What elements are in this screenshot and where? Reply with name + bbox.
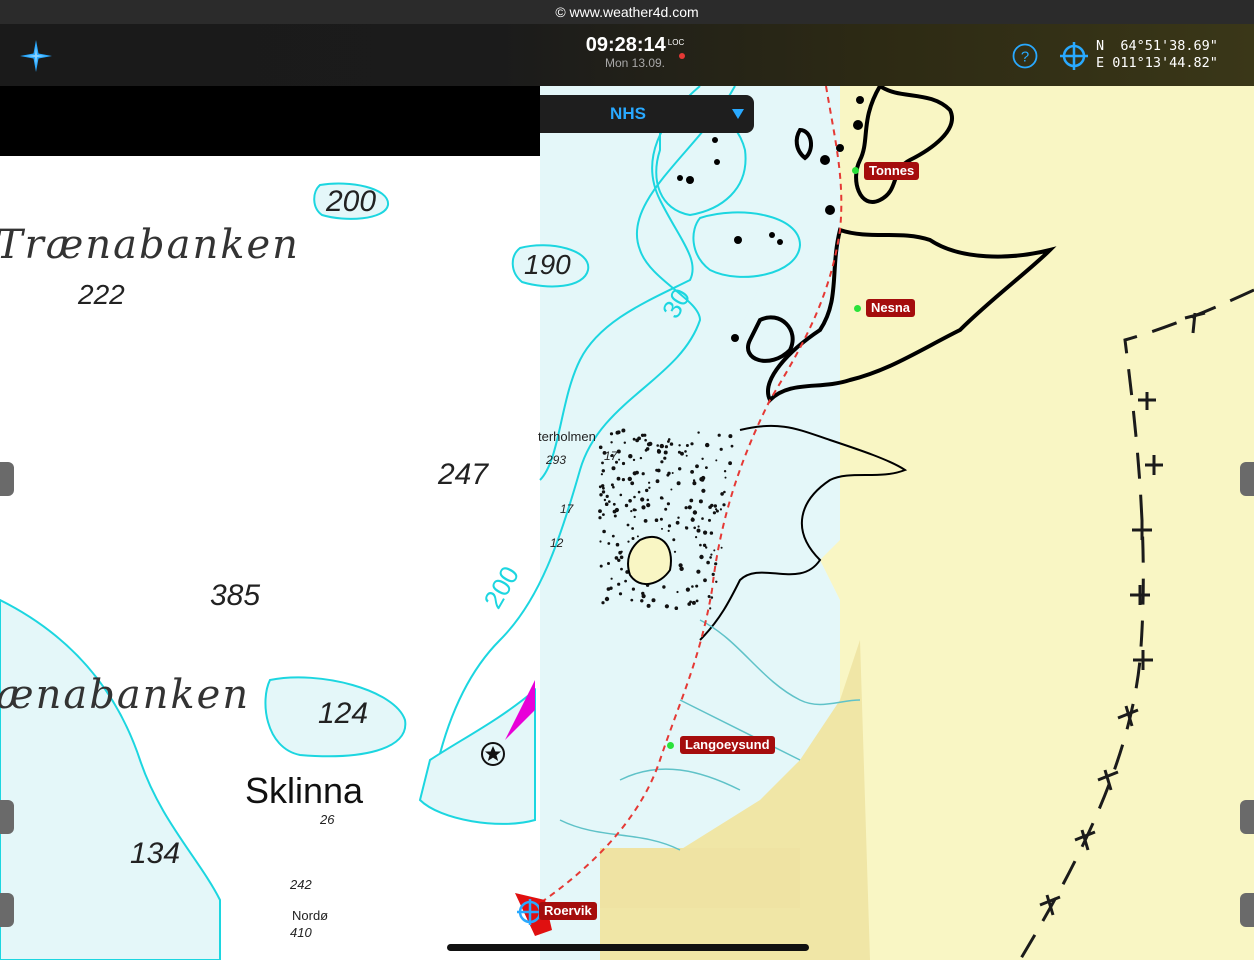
depth-200-label: 200 [326, 185, 377, 218]
depth-247-label: 247 [438, 458, 489, 491]
port-label-nesna[interactable]: Nesna [866, 299, 916, 317]
depth-410-label: 410 [290, 925, 312, 940]
right-handle-3[interactable] [1240, 893, 1254, 927]
compass-rose-icon[interactable] [18, 38, 54, 74]
clock-time: 09:28:14 [585, 34, 666, 56]
port-label-tonnes[interactable]: Tonnes [864, 162, 920, 180]
place-label-nordo: Nordø [292, 908, 329, 923]
timezone-badge: LOC [667, 38, 685, 47]
place-label-traenabanken: Trænabanken [0, 222, 300, 268]
island-mid [627, 535, 672, 585]
clock: 09:28:14 LOC Mon 13.09. [560, 34, 710, 70]
chart-layer-value: NHS [610, 104, 646, 123]
latitude-value: N 64°51'38.69" [1096, 38, 1218, 54]
status-dot [679, 53, 685, 59]
depth-293-label: 293 [546, 453, 567, 467]
depth-134-label: 134 [130, 837, 181, 870]
right-handle-2[interactable] [1240, 800, 1254, 834]
port-label-langoeysund[interactable]: Langoeysund [680, 736, 775, 754]
left-handle-2[interactable] [0, 800, 14, 834]
copyright-bar: © www.weather4d.com [0, 0, 1254, 24]
depth-12-label: 12 [550, 536, 564, 550]
depth-17b-label: 17 [560, 502, 574, 516]
port-label-roervik[interactable]: Roervik [539, 902, 597, 920]
place-label-sklinna: Sklinna [245, 770, 364, 811]
left-handle-1[interactable] [0, 462, 14, 496]
depth-385-label: 385 [210, 579, 261, 612]
blank-overlay-panel [0, 86, 540, 156]
dropdown-arrow-icon [732, 109, 744, 119]
depth-190-label: 190 [524, 249, 571, 280]
top-toolbar: 09:28:14 LOC Mon 13.09. ? N 64°51'38.69" E… [0, 24, 1254, 86]
depth-17-label: 17 [604, 449, 618, 463]
port-marker-tonnes[interactable] [852, 167, 859, 174]
home-indicator[interactable] [447, 944, 809, 951]
gps-position-icon[interactable] [1060, 42, 1088, 70]
mainland [800, 86, 1254, 960]
place-label-terholmen: terholmen [538, 429, 596, 444]
position-readout: N 64°51'38.69" E 011°13'44.82" [1096, 38, 1218, 72]
chart-app: Trænabanken ænabanken Sklinna terholmen … [0, 0, 1254, 960]
port-marker-nesna[interactable] [854, 305, 861, 312]
land-tile [600, 848, 800, 908]
depth-222-label: 222 [78, 279, 125, 310]
depth-242-label: 242 [290, 877, 312, 892]
svg-text:?: ? [1021, 49, 1029, 66]
right-handle-1[interactable] [1240, 462, 1254, 496]
place-label-traenabanken-2: ænabanken [0, 672, 251, 718]
left-handle-3[interactable] [0, 893, 14, 927]
longitude-value: E 011°13'44.82" [1096, 55, 1218, 71]
depth-26-label: 26 [320, 812, 335, 827]
help-icon[interactable]: ? [1012, 43, 1038, 69]
clock-date: Mon 13.09. [604, 56, 666, 70]
depth-124-label: 124 [318, 697, 369, 730]
chart-layer-select[interactable]: NHS [540, 95, 754, 133]
port-marker-langoeysund[interactable] [667, 742, 674, 749]
